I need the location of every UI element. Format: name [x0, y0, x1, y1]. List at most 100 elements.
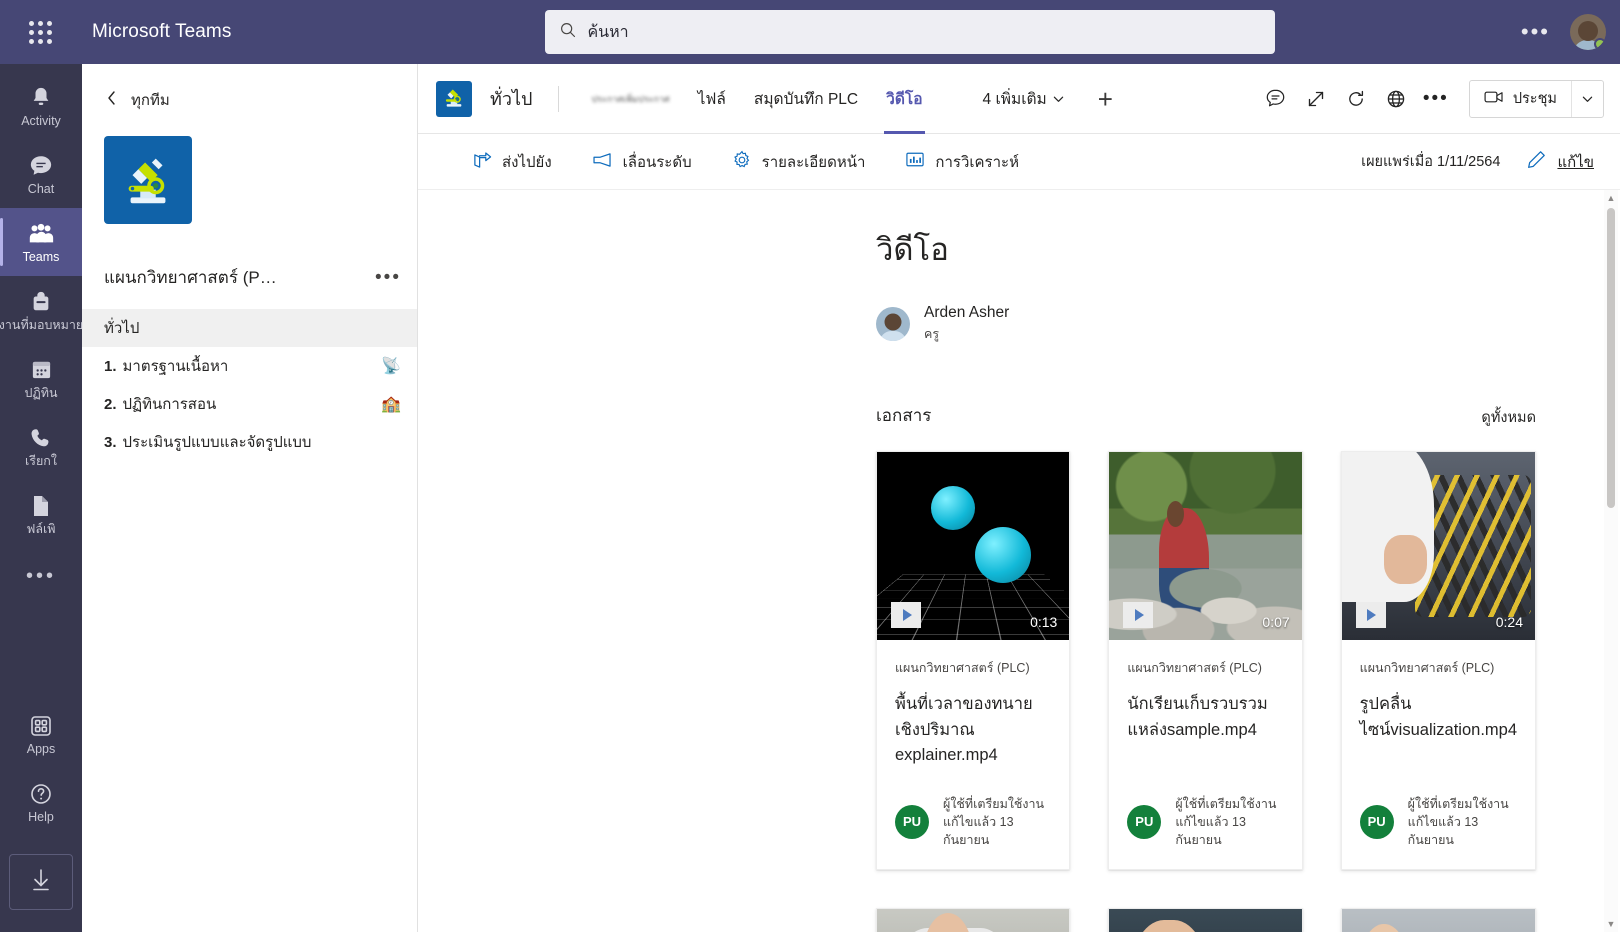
chevron-left-icon: [106, 90, 117, 110]
command-label: ส่งไปยัง: [502, 153, 552, 171]
caret-down-icon[interactable]: ▼: [1604, 916, 1618, 932]
channel-item-1[interactable]: 1. มาตรฐานเนื้อหา 📡: [82, 347, 417, 385]
channel-item-general[interactable]: ทั่วไป: [82, 309, 417, 347]
team-avatar[interactable]: [104, 136, 192, 224]
card-meta: ผู้ใช้ที่เตรียมใช้งาน แก้ไขแล้ว 13 กันยา…: [943, 795, 1051, 849]
see-all-link[interactable]: ดูทั้งหมด: [1481, 406, 1536, 429]
meet-now-button-group: ประชุม: [1468, 79, 1604, 118]
card-source: แผนกวิทยาศาสตร์ (PLC): [895, 661, 1030, 675]
presence-available-icon: [1594, 38, 1606, 50]
meet-now-button[interactable]: ประชุม: [1470, 81, 1571, 117]
globe-icon[interactable]: [1377, 80, 1415, 118]
teams-app-window: Microsoft Teams ค้นหา ••• Activity Chat …: [0, 0, 1620, 932]
video-thumbnail[interactable]: [1109, 909, 1302, 932]
tab-plc-notebook[interactable]: สมุดบันทึก PLC: [740, 64, 872, 134]
download-app-button[interactable]: [9, 854, 73, 910]
phone-icon: [30, 425, 52, 451]
play-button[interactable]: [1355, 602, 1386, 628]
video-thumbnail[interactable]: [1341, 909, 1535, 932]
divider: [558, 85, 560, 112]
channel-tab-bar: ทั่วไป ประกาศเพิ่มประกาศ ไฟล์ สมุดบันทึก…: [418, 64, 1620, 134]
caret-up-icon[interactable]: ▲: [1604, 190, 1618, 206]
back-to-all-teams[interactable]: ทุกทีม: [82, 80, 417, 122]
back-label: ทุกทีม: [131, 92, 170, 109]
edit-page-button[interactable]: แก้ไข: [1526, 149, 1594, 174]
rail-item-teams[interactable]: Teams: [0, 208, 82, 276]
globe-teacher-image: [1341, 909, 1535, 932]
card-meta: ผู้ใช้ที่เตรียมใช้งาน แก้ไขแล้ว 13 กันยา…: [1175, 795, 1283, 849]
grid-icon[interactable]: [16, 20, 64, 44]
page-details-button[interactable]: รายละเอียดหน้า: [732, 150, 866, 174]
document-card[interactable]: 0:24 แผนกวิทยาศาสตร์ (PLC) รูปคลื่นไซน์v…: [1340, 451, 1536, 871]
avatar[interactable]: [1570, 14, 1606, 50]
rail-item-files[interactable]: ฟล์เพิ: [0, 480, 82, 548]
rail-item-help[interactable]: Help: [0, 768, 82, 836]
page-content: วิดีโอ Arden Asher ครู เอกสาร ดูทั้งหมด: [876, 224, 1536, 932]
app-header: Microsoft Teams ค้นหา •••: [0, 0, 1620, 64]
tab-posts[interactable]: ประกาศเพิ่มประกาศ: [577, 64, 683, 134]
analytics-button[interactable]: การวิเคราะห์: [905, 150, 1019, 174]
rail-item-label: ฟล์เพิ: [26, 521, 56, 536]
rail-item-calendar[interactable]: ปฏิทิน: [0, 344, 82, 412]
rail-item-calls[interactable]: เรียกใ: [0, 412, 82, 480]
rail-item-apps[interactable]: Apps: [0, 700, 82, 768]
page-scrollbar[interactable]: ▲ ▼: [1604, 190, 1618, 932]
modified-date: แก้ไขแล้ว 13 กันยายน: [1407, 814, 1479, 847]
meet-dropdown-caret[interactable]: [1571, 80, 1603, 117]
document-card[interactable]: [1340, 908, 1536, 932]
page-canvas: วิดีโอ Arden Asher ครู เอกสาร ดูทั้งหมด: [418, 190, 1620, 932]
tab-files[interactable]: ไฟล์: [684, 64, 740, 134]
video-thumbnail[interactable]: 0:07: [1109, 452, 1302, 640]
tab-video[interactable]: วิดีโอ: [872, 64, 936, 134]
rail-item-assignments[interactable]: งานที่มอบหมาย: [0, 276, 84, 344]
channel-item-2[interactable]: 2. ปฏิทินการสอน 🏫: [82, 385, 417, 423]
team-more-options-icon[interactable]: •••: [375, 268, 401, 287]
more-tabs-dropdown[interactable]: 4 เพิ่มเติม: [971, 86, 1076, 111]
document-card[interactable]: [1108, 908, 1303, 932]
send-to-button[interactable]: ส่งไปยัง: [472, 150, 552, 174]
video-duration: 0:13: [1030, 614, 1058, 630]
video-thumbnail[interactable]: [877, 909, 1070, 932]
promote-button[interactable]: เลื่อนระดับ: [592, 150, 692, 174]
page-author: Arden Asher ครู: [876, 304, 1536, 344]
channel-number: 1.: [104, 357, 117, 375]
add-tab-button[interactable]: +: [1084, 86, 1127, 112]
rail-item-label: งานที่มอบหมาย: [0, 317, 84, 332]
video-thumbnail[interactable]: 0:24: [1341, 452, 1535, 640]
document-card[interactable]: 0:07 แผนกวิทยาศาสตร์ (PLC) นักเรียนเก็บร…: [1108, 451, 1303, 871]
scrollbar-thumb[interactable]: [1607, 208, 1615, 508]
more-options-icon[interactable]: •••: [1417, 80, 1455, 118]
rail-item-activity[interactable]: Activity: [0, 72, 82, 140]
editor-avatar: PU: [895, 804, 929, 839]
play-button[interactable]: [891, 602, 921, 628]
search-input[interactable]: ค้นหา: [545, 10, 1276, 54]
rail-item-label: Chat: [27, 181, 55, 196]
more-tabs-label: 4 เพิ่มเติม: [982, 91, 1047, 108]
channel-item-3[interactable]: 3. ประเมินรูปแบบและจัดรูปแบบ: [82, 423, 417, 461]
rail-more-apps-icon[interactable]: •••: [26, 548, 56, 604]
search-area: ค้นหา: [545, 10, 1276, 54]
play-button[interactable]: [1123, 602, 1154, 628]
refresh-icon[interactable]: [1337, 80, 1375, 118]
open-expand-icon[interactable]: [1297, 80, 1335, 118]
chat-icon: [29, 153, 53, 179]
gear-icon: [732, 150, 752, 174]
rail-bottom-group: Apps Help: [0, 700, 82, 932]
card-body: แผนกวิทยาศาสตร์ (PLC) นักเรียนเก็บรวบรวม…: [1109, 640, 1301, 869]
avatar[interactable]: [876, 307, 910, 341]
video-thumbnail[interactable]: 0:13: [877, 452, 1070, 640]
camera-icon: [1484, 90, 1504, 108]
team-name: แผนกวิทยาศาสตร์ (P…: [104, 268, 277, 287]
document-card[interactable]: [876, 908, 1071, 932]
rail-item-label: Help: [28, 809, 54, 824]
more-options-icon[interactable]: •••: [1511, 21, 1560, 43]
channel-label: ประเมินรูปแบบและจัดรูปแบบ: [122, 434, 312, 451]
team-header: แผนกวิทยาศาสตร์ (P… •••: [104, 264, 401, 291]
command-label: รายละเอียดหน้า: [761, 153, 866, 171]
editor-name: ผู้ใช้ที่เตรียมใช้งาน: [1175, 796, 1277, 811]
conversation-icon[interactable]: [1257, 80, 1295, 118]
rail-item-chat[interactable]: Chat: [0, 140, 82, 208]
tabbar-actions: ••• ประชุม: [1257, 79, 1604, 118]
edit-label: แก้ไข: [1557, 153, 1594, 171]
document-card[interactable]: 0:13 แผนกวิทยาศาสตร์ (PLC) พื้นที่เวลาขอ…: [876, 451, 1071, 871]
